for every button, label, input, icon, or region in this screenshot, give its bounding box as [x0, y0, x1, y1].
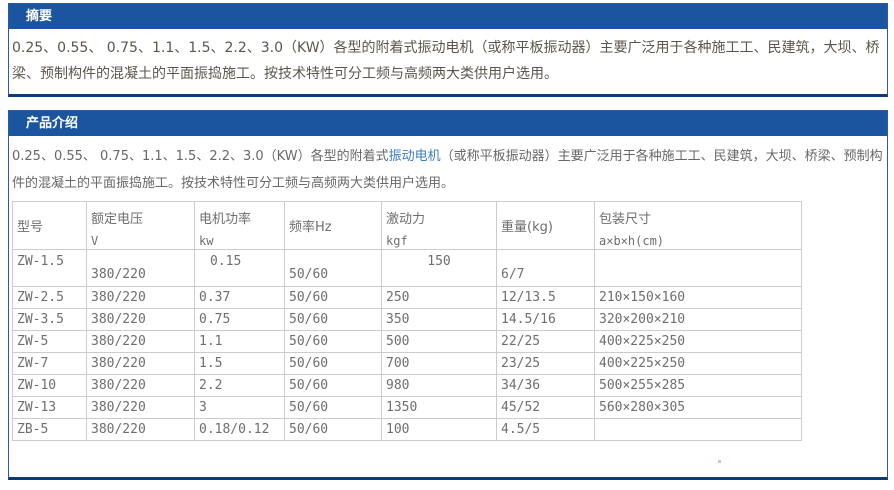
intro-panel-title: 产品介绍	[9, 111, 887, 136]
table-cell: 100	[382, 419, 497, 441]
table-cell	[595, 419, 802, 441]
table-cell: 0.75	[195, 309, 285, 331]
table-cell: ZW-5	[13, 331, 87, 353]
summary-panel: 摘要 0.25、0.55、 0.75、1.1、1.5、2.2、3.0（KW）各型…	[8, 3, 888, 97]
pink-artifact-dot	[718, 460, 721, 463]
table-cell: 50/60	[285, 419, 382, 441]
table-cell: 3	[195, 397, 285, 419]
summary-panel-title: 摘要	[9, 4, 887, 29]
table-row: ZW-13380/220350/60135045/52560×280×305	[13, 397, 802, 419]
table-cell: ZW-3.5	[13, 309, 87, 331]
table-cell: ZB-5	[13, 419, 87, 441]
table-cell: 980	[382, 375, 497, 397]
table-row: ZW-2.5380/2200.3750/6025012/13.5210×150×…	[13, 287, 802, 309]
table-cell: 14.5/16	[497, 309, 595, 331]
table-cell: 500	[382, 331, 497, 353]
table-cell: 350	[382, 309, 497, 331]
table-cell: 1350	[382, 397, 497, 419]
table-cell: 23/25	[497, 353, 595, 375]
table-cell: 22/25	[497, 331, 595, 353]
table-cell: 320×200×210	[595, 309, 802, 331]
table-header-cell: 电机功率kw	[195, 202, 285, 250]
table-cell: 380/220	[87, 250, 195, 287]
table-header-cell: 重量(kg)	[497, 202, 595, 250]
table-cell: 50/60	[285, 397, 382, 419]
table-cell: 45/52	[497, 397, 595, 419]
table-cell: ZW-1.5	[13, 250, 87, 287]
table-cell: 380/220	[87, 331, 195, 353]
table-cell: 210×150×160	[595, 287, 802, 309]
table-row: ZW-3.5380/2200.7550/6035014.5/16320×200×…	[13, 309, 802, 331]
table-cell: 50/60	[285, 375, 382, 397]
table-cell: 50/60	[285, 331, 382, 353]
table-cell: 34/36	[497, 375, 595, 397]
table-cell: 380/220	[87, 375, 195, 397]
table-cell: ZW-13	[13, 397, 87, 419]
table-cell: 0.15	[195, 250, 285, 287]
table-cell: 400×225×250	[595, 353, 802, 375]
table-cell: 250	[382, 287, 497, 309]
spec-table-head: 型号额定电压V电机功率kw频率Hz激动力kgf重量(kg)包装尺寸a×b×h(c…	[13, 202, 802, 250]
table-cell	[595, 250, 802, 287]
table-cell: 0.37	[195, 287, 285, 309]
intro-panel: 产品介绍 0.25、0.55、 0.75、1.1、1.5、2.2、3.0（KW）…	[8, 110, 888, 480]
table-cell: 1.5	[195, 353, 285, 375]
table-header-cell: 型号	[13, 202, 87, 250]
page: 摘要 0.25、0.55、 0.75、1.1、1.5、2.2、3.0（KW）各型…	[0, 0, 894, 480]
table-cell: 12/13.5	[497, 287, 595, 309]
table-cell: 4.5/5	[497, 419, 595, 441]
table-cell: 380/220	[87, 419, 195, 441]
table-cell: 50/60	[285, 287, 382, 309]
table-cell: 560×280×305	[595, 397, 802, 419]
table-cell: 400×225×250	[595, 331, 802, 353]
table-cell: 6/7	[497, 250, 595, 287]
summary-text: 0.25、0.55、 0.75、1.1、1.5、2.2、3.0（KW）各型的附着…	[9, 29, 887, 87]
table-header-cell: 频率Hz	[285, 202, 382, 250]
table-cell: ZW-2.5	[13, 287, 87, 309]
spec-table: 型号额定电压V电机功率kw频率Hz激动力kgf重量(kg)包装尺寸a×b×h(c…	[12, 201, 802, 441]
table-header-cell: 包装尺寸a×b×h(cm)	[595, 202, 802, 250]
table-cell: 50/60	[285, 309, 382, 331]
spec-table-body: ZW-1.5380/2200.1550/601506/7ZW-2.5380/22…	[13, 250, 802, 441]
table-row: ZW-5380/2201.150/6050022/25400×225×250	[13, 331, 802, 353]
table-cell: 500×255×285	[595, 375, 802, 397]
table-cell: 700	[382, 353, 497, 375]
table-header-cell: 激动力kgf	[382, 202, 497, 250]
table-header-cell: 额定电压V	[87, 202, 195, 250]
table-cell: 380/220	[87, 397, 195, 419]
table-cell: ZW-7	[13, 353, 87, 375]
table-cell: 150	[382, 250, 497, 287]
table-row: ZW-1.5380/2200.1550/601506/7	[13, 250, 802, 287]
table-cell: 1.1	[195, 331, 285, 353]
table-cell: 50/60	[285, 250, 382, 287]
table-cell: 50/60	[285, 353, 382, 375]
table-cell: ZW-10	[13, 375, 87, 397]
table-cell: 380/220	[87, 309, 195, 331]
table-row: ZW-7380/2201.550/6070023/25400×225×250	[13, 353, 802, 375]
intro-text: 0.25、0.55、 0.75、1.1、1.5、2.2、3.0（KW）各型的附着…	[9, 136, 887, 197]
table-header-row: 型号额定电压V电机功率kw频率Hz激动力kgf重量(kg)包装尺寸a×b×h(c…	[13, 202, 802, 250]
table-row: ZW-10380/2202.250/6098034/36500×255×285	[13, 375, 802, 397]
table-cell: 380/220	[87, 353, 195, 375]
table-cell: 2.2	[195, 375, 285, 397]
table-row: ZB-5380/2200.18/0.1250/601004.5/5	[13, 419, 802, 441]
table-cell: 0.18/0.12	[195, 419, 285, 441]
vibration-motor-link[interactable]: 振动电机	[389, 149, 441, 164]
intro-text-before-link: 0.25、0.55、 0.75、1.1、1.5、2.2、3.0（KW）各型的附着…	[12, 149, 389, 164]
table-cell: 380/220	[87, 287, 195, 309]
